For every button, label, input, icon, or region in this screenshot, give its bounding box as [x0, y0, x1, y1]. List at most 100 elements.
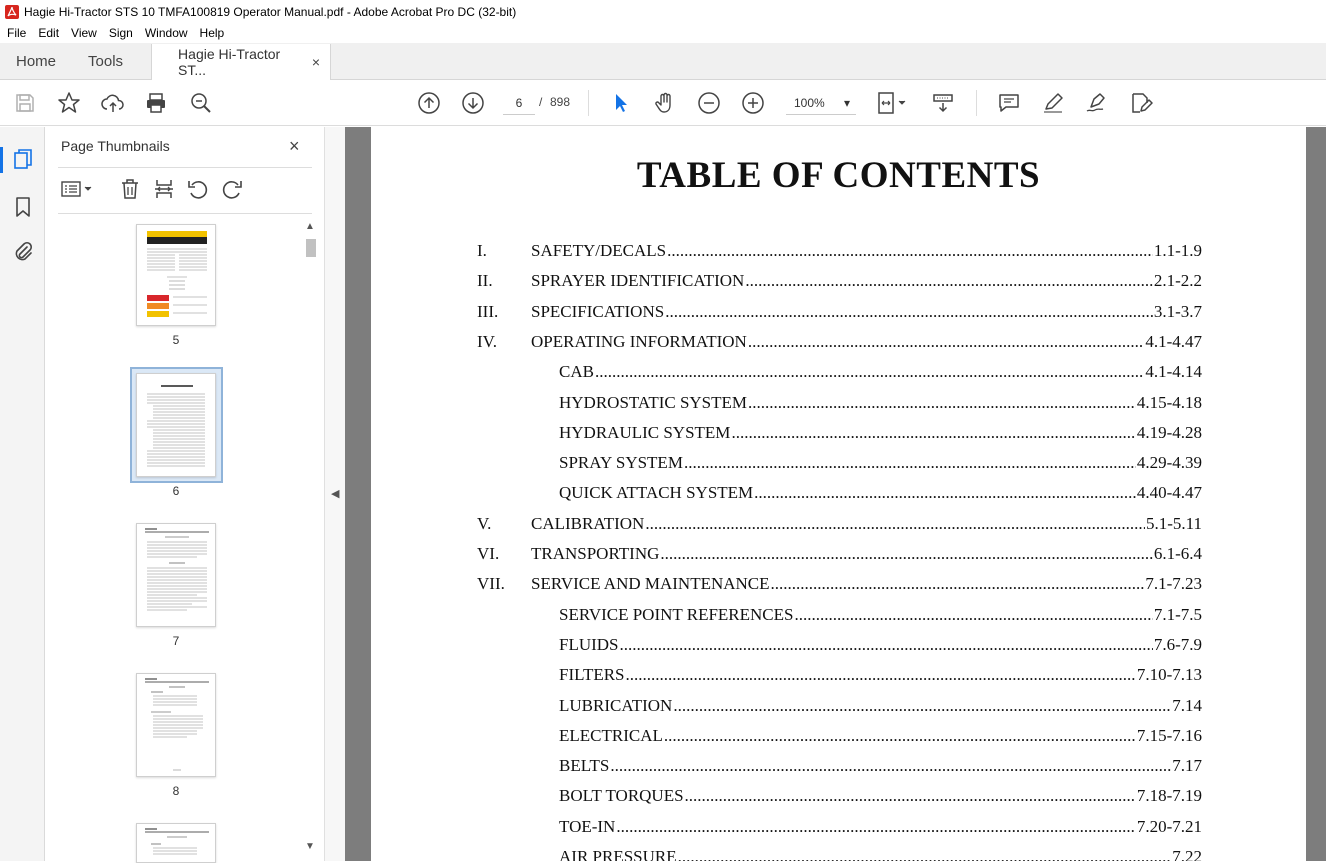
- toc-leader-dots: [610, 756, 1171, 776]
- tab-home[interactable]: Home: [0, 43, 72, 79]
- menu-file[interactable]: File: [7, 26, 26, 40]
- options-menu-icon[interactable]: [60, 177, 96, 201]
- chevron-down-icon: ▾: [843, 95, 850, 110]
- thumbnail-label: 5: [172, 333, 180, 347]
- toc-row-number: II.: [477, 271, 493, 290]
- toc-row-entry: TOE-IN 7.20-7.21: [559, 817, 1202, 837]
- toc-row[interactable]: VI. TRANSPORTING 6.1-6.4: [477, 544, 1202, 566]
- menu-help[interactable]: Help: [200, 26, 225, 40]
- page-total: 898: [550, 95, 571, 109]
- attachments-paperclip-icon[interactable]: [11, 240, 35, 264]
- toc-row[interactable]: HYDRAULIC SYSTEM 4.19-4.28: [477, 423, 1202, 445]
- delete-trash-icon[interactable]: [118, 177, 142, 201]
- toc-row[interactable]: II. SPRAYER IDENTIFICATION 2.1-2.2: [477, 271, 1202, 293]
- bookmark-star-icon[interactable]: [57, 91, 81, 115]
- menu-edit[interactable]: Edit: [38, 26, 59, 40]
- menu-view[interactable]: View: [71, 26, 97, 40]
- page-thumbnails-icon[interactable]: [11, 147, 35, 171]
- toc-row[interactable]: ELECTRICAL 7.15-7.16: [477, 726, 1202, 748]
- panel-collapse-strip: ◀: [324, 127, 345, 861]
- toc-row-pages: 7.10-7.13: [1136, 665, 1202, 684]
- toc-row-label: CAB: [559, 362, 594, 381]
- edit-pdf-icon[interactable]: [1129, 91, 1153, 115]
- close-tab-icon[interactable]: ×: [312, 54, 320, 70]
- insert-pages-icon[interactable]: [152, 177, 176, 201]
- toc-leader-dots: [731, 423, 1135, 443]
- scroll-down-arrow-icon[interactable]: ▼: [305, 841, 315, 852]
- toc-leader-dots: [667, 241, 1153, 261]
- toc-row[interactable]: BOLT TORQUES 7.18-7.19: [477, 786, 1202, 808]
- save-icon[interactable]: [13, 91, 37, 115]
- next-page-icon[interactable]: [461, 91, 485, 115]
- thumbnail-page-6[interactable]: [136, 373, 216, 477]
- toc-row-entry: BELTS 7.17: [559, 756, 1202, 776]
- toc-row-number: VI.: [477, 544, 500, 563]
- rotate-clockwise-icon[interactable]: [220, 177, 244, 201]
- menu-sign[interactable]: Sign: [109, 26, 133, 40]
- toc-leader-dots: [626, 665, 1136, 685]
- menu-window[interactable]: Window: [145, 26, 188, 40]
- toc-row-number: VII.: [477, 574, 505, 593]
- close-panel-icon[interactable]: ×: [289, 136, 300, 157]
- thumbnail-page-partial[interactable]: [136, 823, 216, 863]
- toc-row-entry: CALIBRATION 5.1-5.11: [531, 514, 1202, 534]
- toc-leader-dots: [673, 696, 1171, 716]
- toc-row-label: SPRAYER IDENTIFICATION: [531, 271, 745, 290]
- toc-row-entry: SPECIFICATIONS 3.1-3.7: [531, 302, 1202, 322]
- toc-row[interactable]: SPRAY SYSTEM 4.29-4.39: [477, 453, 1202, 475]
- bookmarks-icon[interactable]: [11, 195, 35, 219]
- toc-row[interactable]: AIR PRESSURE 7.22: [477, 847, 1202, 861]
- toc-row[interactable]: VII. SERVICE AND MAINTENANCE 7.1-7.23: [477, 574, 1202, 596]
- thumbnail-page-8[interactable]: [136, 673, 216, 777]
- thumbnail-page-7[interactable]: [136, 523, 216, 627]
- toc-row[interactable]: IV. OPERATING INFORMATION 4.1-4.47: [477, 332, 1202, 354]
- page-fit-icon[interactable]: [876, 91, 912, 115]
- toc-row[interactable]: BELTS 7.17: [477, 756, 1202, 778]
- scrollbar-thumb[interactable]: [306, 239, 316, 257]
- toc-row[interactable]: TOE-IN 7.20-7.21: [477, 817, 1202, 839]
- toc-row[interactable]: III. SPECIFICATIONS 3.1-3.7: [477, 302, 1202, 324]
- thumbnail-scrollbar[interactable]: [304, 219, 318, 859]
- toc-row[interactable]: SERVICE POINT REFERENCES 7.1-7.5: [477, 605, 1202, 627]
- toc-row[interactable]: FILTERS 7.10-7.13: [477, 665, 1202, 687]
- page-title: TABLE OF CONTENTS: [636, 155, 1041, 196]
- page-number-input[interactable]: 6: [503, 91, 535, 115]
- thumbnail-label: 6: [172, 484, 180, 498]
- toc-row[interactable]: I. SAFETY/DECALS 1.1-1.9: [477, 241, 1202, 263]
- acrobat-icon: [5, 4, 19, 19]
- toc-row[interactable]: FLUIDS 7.6-7.9: [477, 635, 1202, 657]
- previous-page-icon[interactable]: [417, 91, 441, 115]
- zoom-select[interactable]: 100% ▾: [786, 91, 856, 115]
- toc-row[interactable]: V. CALIBRATION 5.1-5.11: [477, 514, 1202, 536]
- select-cursor-icon[interactable]: [609, 91, 633, 115]
- tab-document[interactable]: Hagie Hi-Tractor ST... ×: [151, 44, 332, 80]
- scroll-up-arrow-icon[interactable]: ▲: [305, 221, 315, 232]
- tab-tools[interactable]: Tools: [72, 43, 139, 79]
- zoom-out-icon[interactable]: [697, 91, 721, 115]
- toc-row[interactable]: HYDROSTATIC SYSTEM 4.15-4.18: [477, 393, 1202, 415]
- hand-tool-icon[interactable]: [653, 91, 677, 115]
- toolbar-divider: [976, 90, 977, 116]
- collapse-left-arrow-icon[interactable]: ◀: [331, 487, 339, 500]
- scroll-mode-icon[interactable]: [931, 91, 955, 115]
- rotate-counterclockwise-icon[interactable]: [186, 177, 210, 201]
- sign-pen-icon[interactable]: [1085, 91, 1109, 115]
- print-icon[interactable]: [144, 91, 168, 115]
- toc-row-pages: 7.6-7.9: [1153, 635, 1202, 654]
- document-viewport[interactable]: TABLE OF CONTENTS I. SAFETY/DECALS 1.1-1.9…: [345, 127, 1326, 861]
- upload-cloud-icon[interactable]: [101, 91, 125, 115]
- thumbnail-page-5[interactable]: [136, 224, 216, 326]
- toc-leader-dots: [748, 393, 1136, 413]
- toc-leader-dots: [665, 302, 1153, 322]
- toolbar: 6 / 898 100% ▾: [0, 80, 1326, 126]
- toc-row-pages: 7.20-7.21: [1136, 817, 1202, 836]
- zoom-in-icon[interactable]: [741, 91, 765, 115]
- toc-row-entry: HYDRAULIC SYSTEM 4.19-4.28: [559, 423, 1202, 443]
- toc-row-pages: 7.1-7.5: [1153, 605, 1202, 624]
- toc-row[interactable]: CAB 4.1-4.14: [477, 362, 1202, 384]
- highlight-pen-icon[interactable]: [1041, 91, 1065, 115]
- toc-row[interactable]: QUICK ATTACH SYSTEM 4.40-4.47: [477, 483, 1202, 505]
- toc-row[interactable]: LUBRICATION 7.14: [477, 696, 1202, 718]
- comment-icon[interactable]: [997, 91, 1021, 115]
- search-zoom-icon[interactable]: [189, 91, 213, 115]
